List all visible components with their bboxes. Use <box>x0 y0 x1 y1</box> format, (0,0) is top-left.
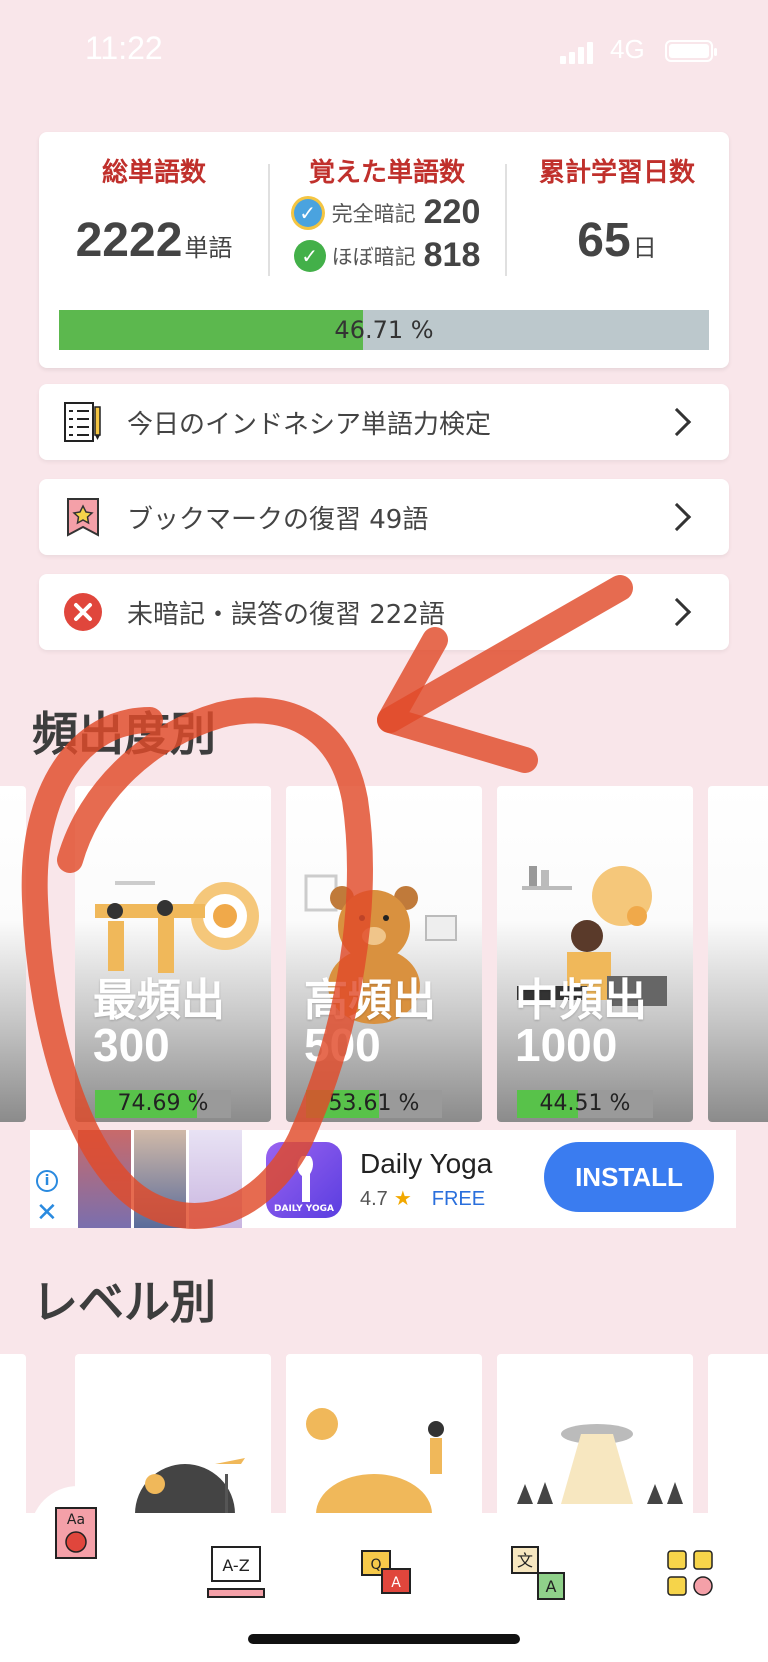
tab-quiz[interactable]: QA <box>348 1533 428 1613</box>
almost-memorized-row: ✓ ほぼ暗記 818 <box>269 236 505 275</box>
bookmark-review-row[interactable]: ブックマークの復習 49語 <box>39 479 729 555</box>
svg-text:A: A <box>546 1577 557 1596</box>
stats-card: 総単語数 2222単語 覚えた単語数 ✓ 完全暗記 220 ✓ ほぼ暗記 818… <box>39 132 729 368</box>
tab-translate[interactable]: 文A <box>498 1533 578 1613</box>
almost-label: ほぼ暗記 <box>331 244 416 269</box>
frequency-card-partial[interactable] <box>708 786 768 1122</box>
menu-label: 未暗記・誤答の復習 222語 <box>127 599 445 630</box>
ad-banner[interactable]: i ✕ DAILY YOGA Daily Yoga 4.7 ★ FREE INSTA… <box>30 1130 736 1228</box>
card-count: 300 <box>93 1019 170 1071</box>
dictionary-apple-icon: Aa <box>55 1507 97 1559</box>
error-x-icon <box>61 590 105 634</box>
fully-count: 220 <box>423 193 481 231</box>
star-icon: ★ <box>393 1188 412 1210</box>
battery-icon <box>665 40 717 62</box>
translate-icon: 文A <box>511 1546 565 1600</box>
menu-label: ブックマークの復習 49語 <box>127 504 429 535</box>
ad-app-name: Daily Yoga <box>360 1148 493 1179</box>
close-icon[interactable]: ✕ <box>36 1198 58 1228</box>
level-card-partial[interactable] <box>708 1354 768 1514</box>
ad-rating: 4.7 ★ FREE <box>360 1186 485 1211</box>
mistakes-review-row[interactable]: 未暗記・誤答の復習 222語 <box>39 574 729 650</box>
ufo-illustration <box>517 1424 683 1504</box>
tab-more[interactable] <box>650 1533 730 1613</box>
frequency-card[interactable]: 中頻出 1000 44.51 % <box>497 786 693 1122</box>
a-z-book-icon: A-Z <box>207 1546 265 1598</box>
frequency-card-partial[interactable] <box>0 786 26 1122</box>
total-words-unit: 単語 <box>184 234 233 262</box>
section-title-frequency: 頻出度別 <box>32 707 216 761</box>
ad-screenshots <box>78 1130 243 1228</box>
rating-value: 4.7 <box>360 1188 388 1210</box>
frequency-carousel[interactable]: 最頻出 300 74.69 % 高頻出 500 53.61 % 中頻出 1000… <box>0 786 768 1122</box>
app-icon-text: DAILY YOGA <box>274 1204 334 1214</box>
card-progress-bar: 44.51 % <box>517 1090 653 1118</box>
price-label: FREE <box>431 1188 486 1210</box>
card-progress-bar: 74.69 % <box>95 1090 231 1118</box>
app-icon: DAILY YOGA <box>266 1142 342 1218</box>
level-card-partial[interactable] <box>0 1354 26 1514</box>
network-label: 4G <box>610 34 645 64</box>
menu-label: 今日のインドネシア単語力検定 <box>127 409 492 440</box>
chevron-right-icon <box>662 502 692 532</box>
q-and-a-icon: QA <box>361 1550 411 1594</box>
total-words-value: 2222 <box>75 214 183 267</box>
card-count: 500 <box>304 1019 381 1071</box>
daily-test-row[interactable]: 今日のインドネシア単語力検定 <box>39 384 729 460</box>
learned-words-stat: 覚えた単語数 ✓ 完全暗記 220 ✓ ほぼ暗記 818 <box>269 132 505 292</box>
signal-icon <box>560 42 596 64</box>
svg-text:A: A <box>391 1575 401 1591</box>
chevron-right-icon <box>662 597 692 627</box>
fully-label: 完全暗記 <box>331 201 416 226</box>
total-words-label: 総単語数 <box>101 158 206 188</box>
card-progress-text: 44.51 % <box>539 1091 631 1116</box>
home-indicator <box>248 1634 520 1644</box>
days-unit: 日 <box>632 234 657 262</box>
learned-label: 覚えた単語数 <box>308 158 465 188</box>
level-card[interactable] <box>497 1354 693 1514</box>
card-progress-bar: 53.61 % <box>306 1090 442 1118</box>
total-words-stat: 総単語数 2222単語 <box>39 132 269 292</box>
test-checklist-icon <box>61 400 105 444</box>
progress-text: 46.71 % <box>334 316 434 344</box>
check-circle-icon: ✓ <box>293 239 326 272</box>
svg-text:Aa: Aa <box>67 1512 85 1528</box>
card-count: 1000 <box>515 1019 618 1071</box>
chevron-right-icon <box>662 407 692 437</box>
days-value: 65 <box>577 214 631 267</box>
install-button[interactable]: INSTALL <box>544 1142 714 1212</box>
study-days-stat: 累計学習日数 65日 <box>505 132 729 292</box>
status-bar: 11:22 4G <box>0 0 768 100</box>
tab-home[interactable]: Aa <box>30 1486 126 1582</box>
card-progress-text: 74.69 % <box>117 1091 209 1116</box>
bookmark-star-icon <box>61 495 105 539</box>
fully-memorized-row: ✓ 完全暗記 220 <box>269 193 505 232</box>
frequency-card[interactable]: 最頻出 300 74.69 % <box>75 786 271 1122</box>
check-badge-icon: ✓ <box>293 198 322 227</box>
travel-illustration <box>135 1458 245 1514</box>
days-label: 累計学習日数 <box>538 158 695 188</box>
tab-word-list[interactable]: A-Z <box>196 1533 276 1613</box>
svg-text:Q: Q <box>370 1557 381 1573</box>
grid-apps-icon <box>667 1550 713 1596</box>
section-title-level: レベル別 <box>32 1275 216 1329</box>
info-icon[interactable]: i <box>36 1170 58 1192</box>
level-carousel[interactable] <box>0 1354 768 1514</box>
level-card[interactable] <box>75 1354 271 1514</box>
svg-text:A-Z: A-Z <box>222 1556 249 1575</box>
svg-text:文: 文 <box>517 1551 533 1570</box>
garden-illustration <box>306 1408 444 1514</box>
card-progress-text: 53.61 % <box>328 1091 420 1116</box>
frequency-card[interactable]: 高頻出 500 53.61 % <box>286 786 482 1122</box>
annotation-arrow-head <box>377 627 538 773</box>
almost-count: 818 <box>423 236 481 274</box>
level-card[interactable] <box>286 1354 482 1514</box>
overall-progress-bar: 46.71 % <box>59 310 709 350</box>
status-time: 11:22 <box>85 30 163 66</box>
